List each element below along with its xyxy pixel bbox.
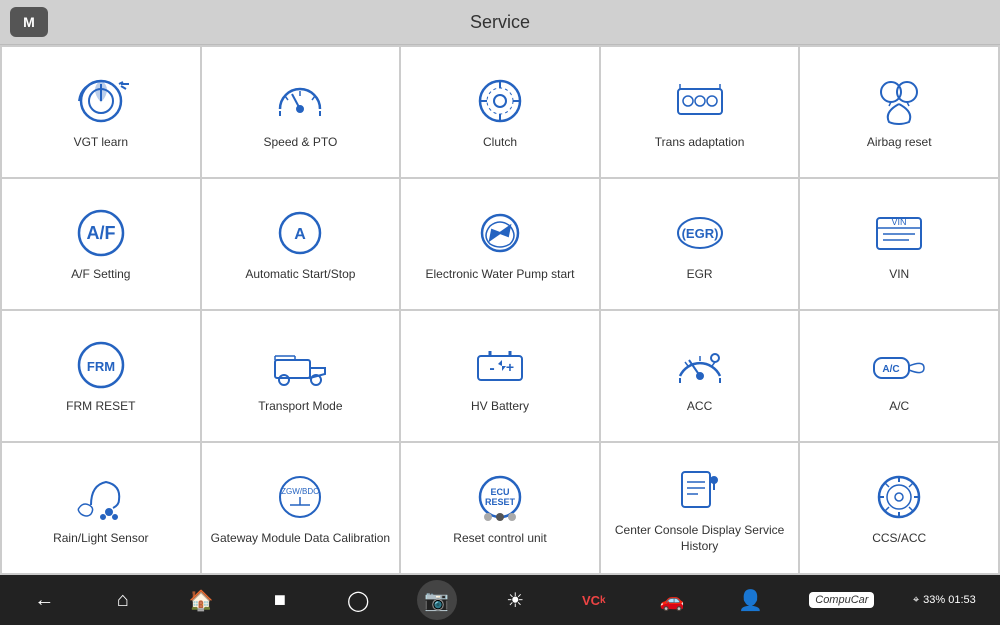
svg-text:ECU: ECU	[490, 487, 509, 497]
speed-pto-icon	[270, 74, 330, 129]
grid-item-hv-battery[interactable]: - + HV Battery	[401, 311, 599, 441]
auto-start-stop-label: Automatic Start/Stop	[245, 267, 355, 283]
hv-battery-label: HV Battery	[471, 399, 529, 415]
grid-item-ewp-start[interactable]: Electronic Water Pump start	[401, 179, 599, 309]
bottom-bar: ← ⌂ 🏠 ■ ◯ 📷 ☀ VCk 🚗 👤 CompuCar ⌖ 33% 01:…	[0, 575, 1000, 625]
back-button[interactable]: ←	[24, 580, 64, 620]
grid-item-trans-adaptation[interactable]: Trans adaptation	[601, 47, 799, 177]
ac-icon: A/C	[869, 338, 929, 393]
grid-item-ccs-acc[interactable]: CCS/ACC	[800, 443, 998, 573]
trans-adaptation-label: Trans adaptation	[655, 135, 745, 151]
service-grid: VGT learn Speed & PTO Clutch Trans adapt…	[0, 45, 1000, 575]
settings-button[interactable]: ☀	[495, 580, 535, 620]
m-button[interactable]: M	[10, 7, 48, 37]
square-button[interactable]: ■	[260, 580, 300, 620]
main-wrapper: VGT learn Speed & PTO Clutch Trans adapt…	[0, 45, 1000, 575]
frm-reset-icon: FRM	[71, 338, 131, 393]
ewp-start-icon	[470, 206, 530, 261]
svg-text:+: +	[506, 359, 514, 375]
battery-status: 33% 01:53	[923, 594, 976, 606]
acc-label: ACC	[687, 399, 712, 415]
auto-start-stop-icon: A	[270, 206, 330, 261]
rain-light-label: Rain/Light Sensor	[53, 531, 148, 547]
grid-item-airbag-reset[interactable]: Airbag reset	[800, 47, 998, 177]
frm-reset-label: FRM RESET	[66, 399, 135, 415]
speed-pto-label: Speed & PTO	[263, 135, 337, 151]
egr-icon: (EGR)	[670, 206, 730, 261]
center-console-label: Center Console Display Service History	[605, 523, 795, 554]
svg-text:-: -	[489, 360, 494, 377]
svg-text:VIN: VIN	[892, 217, 907, 227]
af-setting-label: A/F Setting	[71, 267, 130, 283]
vci-button[interactable]: VCk	[574, 580, 614, 620]
reset-control-label: Reset control unit	[453, 531, 546, 547]
grid-item-frm-reset[interactable]: FRM FRM RESET	[2, 311, 200, 441]
grid-item-reset-control[interactable]: ECU RESET Reset control unit	[401, 443, 599, 573]
transport-mode-icon	[270, 338, 330, 393]
egr-label: EGR	[687, 267, 713, 283]
vin-label: VIN	[889, 267, 909, 283]
svg-text:(EGR): (EGR)	[681, 226, 718, 241]
bt-icon: ⌖	[913, 594, 919, 607]
browser-button[interactable]: ◯	[338, 580, 378, 620]
gateway-icon: ZGW/BDC	[270, 470, 330, 525]
ccs-acc-icon	[869, 470, 929, 525]
svg-text:RESET: RESET	[485, 497, 516, 507]
grid-item-ac[interactable]: A/C A/C	[800, 311, 998, 441]
page-dots	[484, 513, 516, 521]
dot-3	[508, 513, 516, 521]
grid-item-acc[interactable]: ACC	[601, 311, 799, 441]
vgt-learn-label: VGT learn	[74, 135, 128, 151]
grid-item-rain-light[interactable]: Rain/Light Sensor	[2, 443, 200, 573]
trans-adaptation-icon	[670, 74, 730, 129]
center-console-icon	[670, 462, 730, 517]
status-area: ⌖ 33% 01:53	[913, 594, 976, 607]
car-button[interactable]: 🚗	[652, 580, 692, 620]
vin-icon: VIN	[869, 206, 929, 261]
camera-button[interactable]: 📷	[417, 580, 457, 620]
grid-item-center-console[interactable]: Center Console Display Service History	[601, 443, 799, 573]
rain-light-icon	[71, 470, 131, 525]
grid-item-gateway[interactable]: ZGW/BDC Gateway Module Data Calibration	[202, 443, 400, 573]
gateway-label: Gateway Module Data Calibration	[211, 531, 390, 547]
hv-battery-icon: - +	[470, 338, 530, 393]
grid-item-egr[interactable]: (EGR) EGR	[601, 179, 799, 309]
grid-item-transport-mode[interactable]: Transport Mode	[202, 311, 400, 441]
svg-text:A: A	[295, 226, 307, 243]
clutch-icon	[470, 74, 530, 129]
compucar-logo: CompuCar	[809, 592, 874, 608]
header: M Service	[0, 0, 1000, 45]
vgt-learn-icon	[71, 74, 131, 129]
ac-label: A/C	[889, 399, 909, 415]
grid-item-vgt-learn[interactable]: VGT learn	[2, 47, 200, 177]
grid-item-auto-start-stop[interactable]: A Automatic Start/Stop	[202, 179, 400, 309]
svg-text:A/F: A/F	[86, 223, 115, 243]
grid-item-speed-pto[interactable]: Speed & PTO	[202, 47, 400, 177]
airbag-reset-icon	[869, 74, 929, 129]
home-button[interactable]: ⌂	[103, 580, 143, 620]
ccs-acc-label: CCS/ACC	[872, 531, 926, 547]
acc-icon	[670, 338, 730, 393]
grid-item-vin[interactable]: VIN VIN	[800, 179, 998, 309]
svg-text:FRM: FRM	[87, 359, 115, 374]
app-button[interactable]: 🏠	[181, 580, 221, 620]
clutch-label: Clutch	[483, 135, 517, 151]
af-setting-icon: A/F	[71, 206, 131, 261]
grid-item-af-setting[interactable]: A/F A/F Setting	[2, 179, 200, 309]
dot-2	[496, 513, 504, 521]
page-title: Service	[470, 12, 530, 33]
grid-item-clutch[interactable]: Clutch	[401, 47, 599, 177]
svg-text:A/C: A/C	[883, 364, 900, 375]
svg-text:ZGW/BDC: ZGW/BDC	[282, 487, 320, 496]
ewp-start-label: Electronic Water Pump start	[426, 267, 575, 283]
dot-1	[484, 513, 492, 521]
person-car-button[interactable]: 👤	[731, 580, 771, 620]
airbag-reset-label: Airbag reset	[867, 135, 932, 151]
transport-mode-label: Transport Mode	[258, 399, 342, 415]
